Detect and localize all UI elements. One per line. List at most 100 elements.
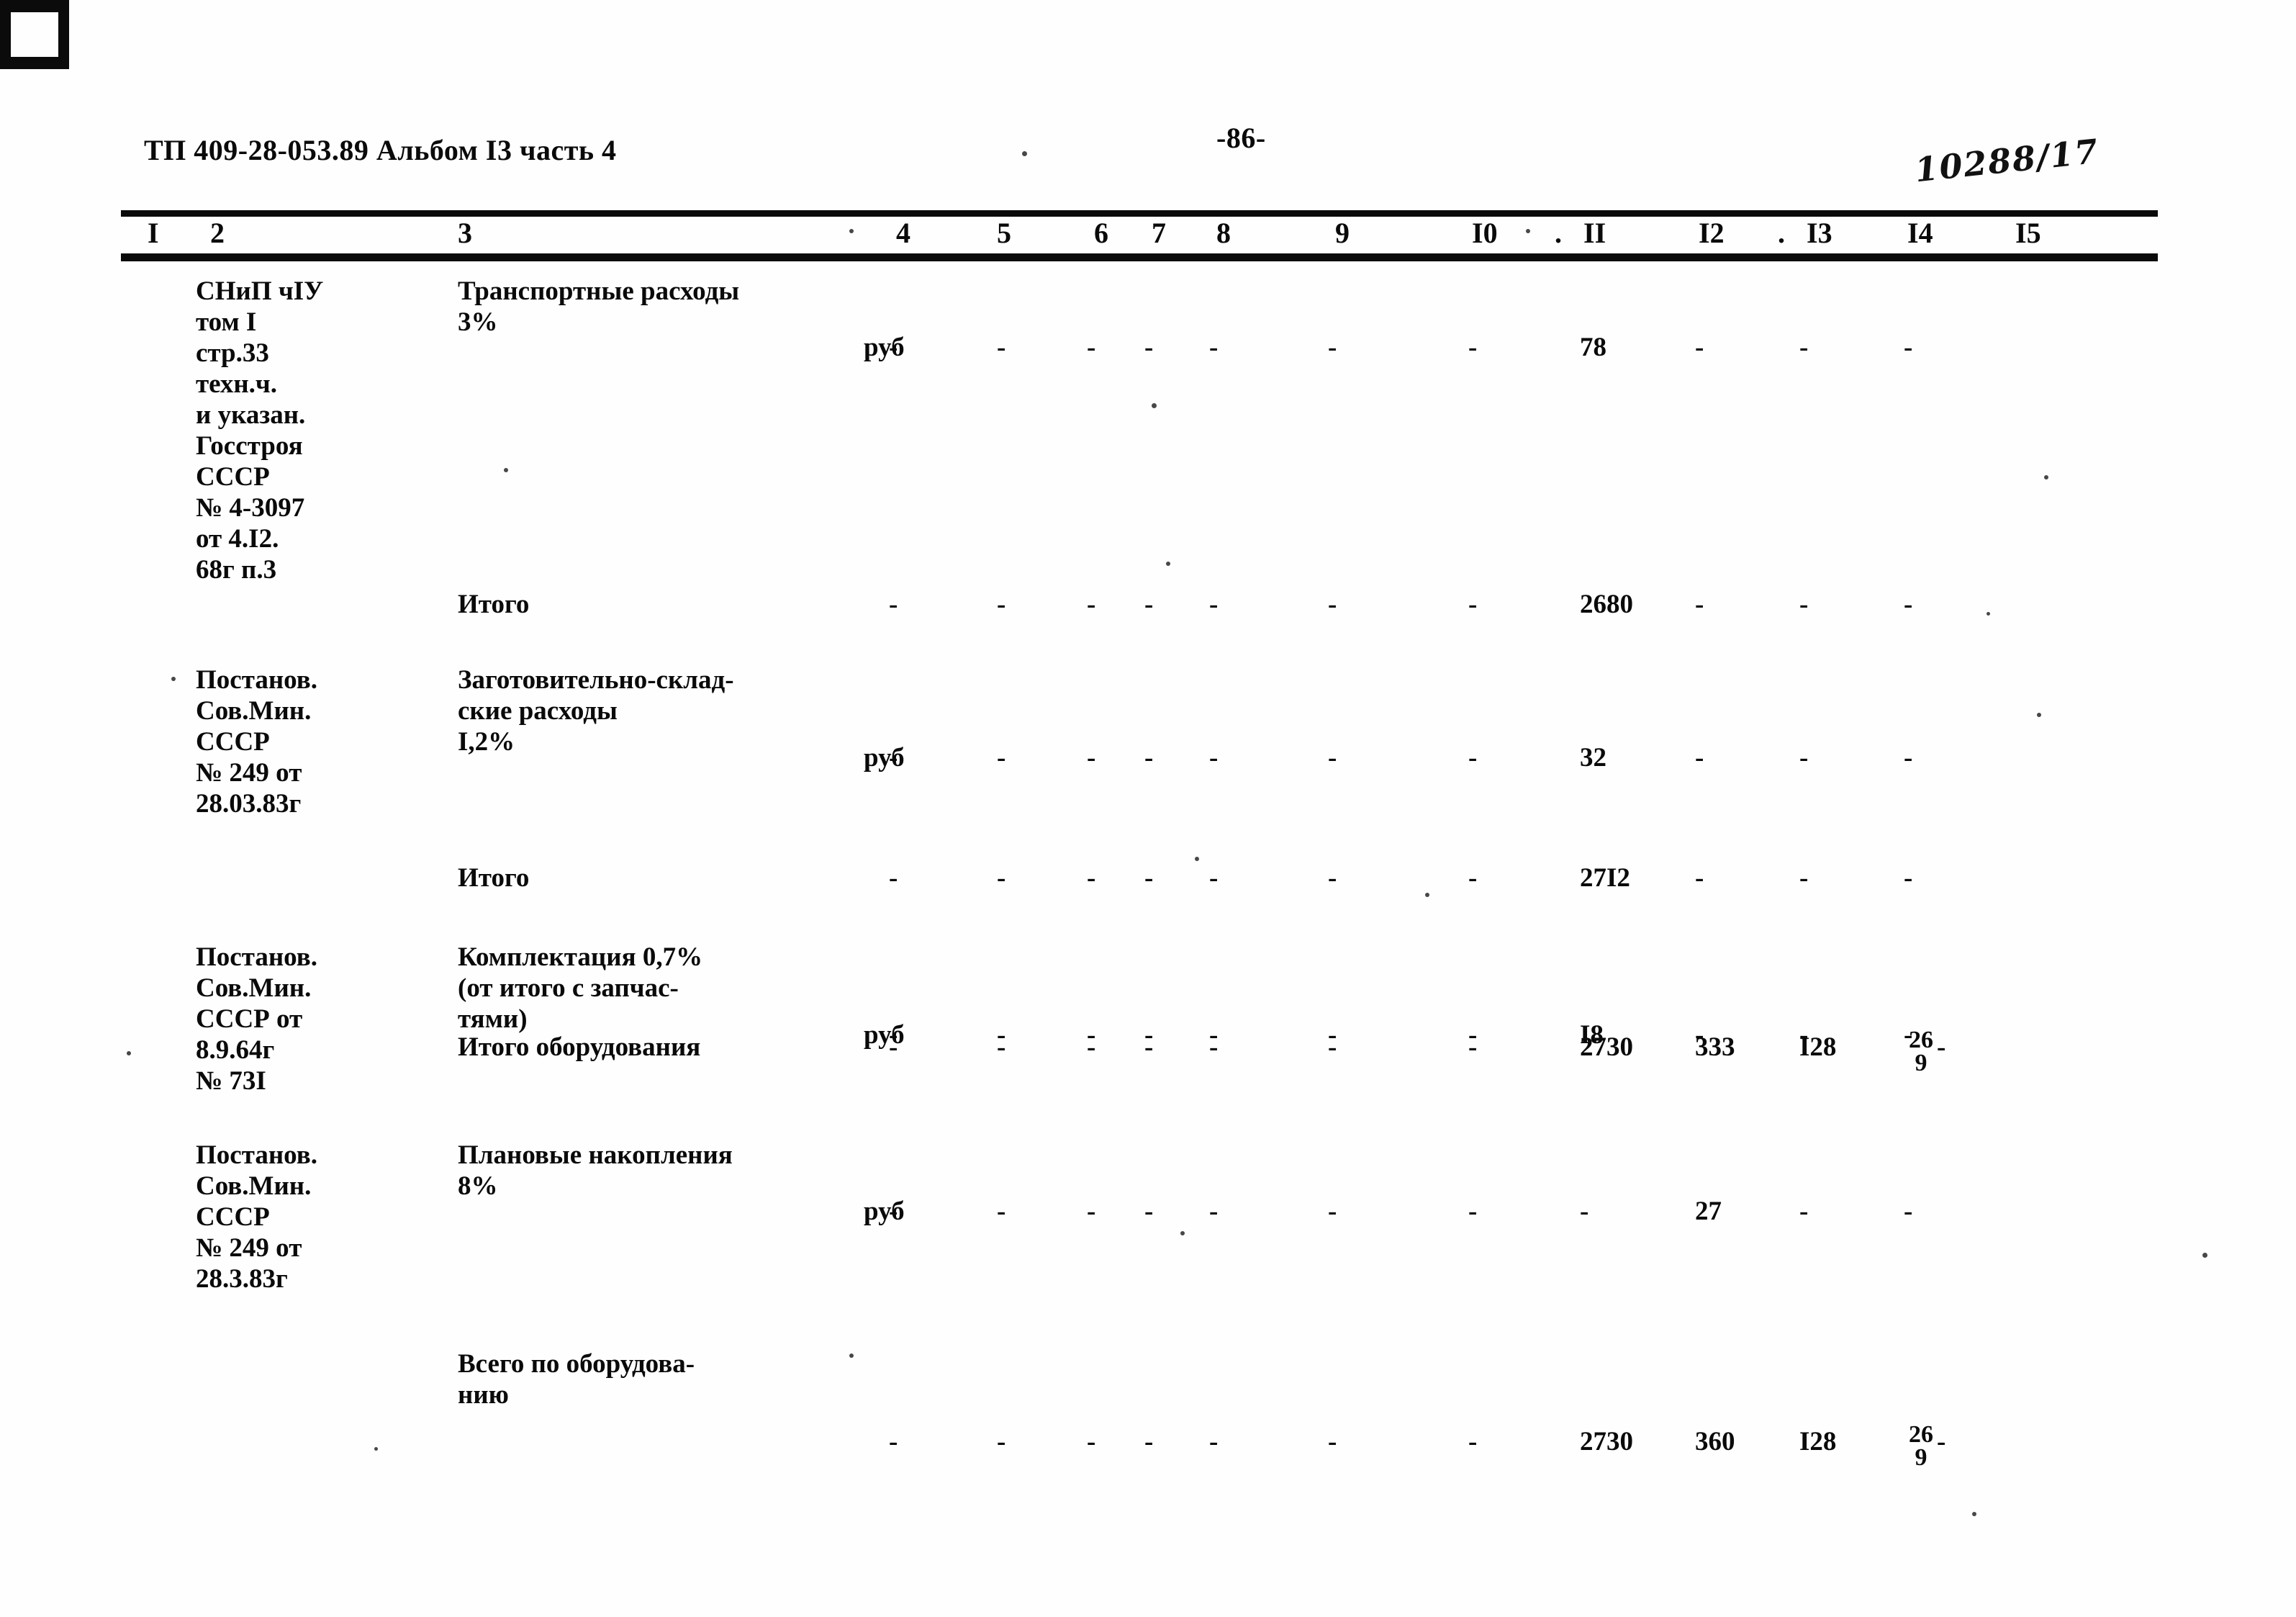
column-header-II: II: [1583, 217, 1606, 249]
cell-value-dash: -: [1209, 333, 1219, 362]
cell-value: 2730: [1580, 1032, 1633, 1062]
column-header-6: 6: [1094, 217, 1108, 249]
cell-value-dash: -: [1144, 863, 1154, 893]
cell-value-dash: -: [1209, 1197, 1219, 1226]
cell-value: 27: [1695, 1197, 1722, 1226]
cell-value-dash: -: [997, 333, 1006, 362]
cell-value-dash: -: [1695, 333, 1704, 362]
page-number: -86-: [1216, 122, 1266, 154]
cell-value-dash: -: [1087, 333, 1096, 362]
cell-value: I28: [1799, 1032, 1837, 1062]
cell-value: 333: [1695, 1032, 1735, 1062]
column-header-8: 8: [1216, 217, 1231, 249]
cell-value-dash: -: [889, 743, 898, 773]
cell-source-reference: Постанов. Сов.Мин. СССР от 8.9.64г № 73I: [196, 942, 317, 1096]
cell-value-dash: -: [1468, 1427, 1478, 1456]
cell-unit: руб: [864, 743, 905, 773]
cell-description: Заготовительно-склад- ские расходы I,2%: [458, 665, 734, 757]
cell-value: 32: [1580, 743, 1606, 773]
fraction-denominator: 9: [1915, 1444, 1927, 1471]
cell-value-dash: -: [1328, 743, 1337, 773]
cell-value-dash: -: [1904, 590, 1913, 619]
cell-value-dash: -: [1904, 863, 1913, 893]
cell-value-dash: -: [1468, 863, 1478, 893]
cell-source-reference: Постанов. Сов.Мин. СССР № 249 от 28.03.8…: [196, 665, 317, 819]
cell-value-dash: -: [1087, 590, 1096, 619]
column-header-row: I 2 3 4 5 6 7 8 9 I0 II I2 I3 I4 I5..: [0, 216, 2296, 252]
column-header-4: 4: [896, 217, 910, 249]
cell-description: Транспортные расходы 3%: [458, 276, 740, 337]
cell-value-dash: -: [1209, 1032, 1219, 1062]
cell-value-dash: -: [1328, 863, 1337, 893]
cell-value-dash: -: [1468, 333, 1478, 362]
registration-mark-bottom-right: [0, 0, 69, 69]
cell-value-dash: -: [1799, 333, 1809, 362]
column-header-9: 9: [1335, 217, 1350, 249]
cell-value-dash: -: [1209, 590, 1219, 619]
cell-value-fraction: 26 9: [1899, 1028, 1943, 1076]
column-header-I: I: [148, 217, 159, 249]
cell-value-dash: -: [1799, 863, 1809, 893]
cell-description: Итого: [458, 863, 530, 893]
cell-value-dash: -: [1087, 743, 1096, 773]
cell-value-dash: -: [1328, 1032, 1337, 1062]
cell-value-dash: -: [1799, 1197, 1809, 1226]
column-header-7: 7: [1152, 217, 1166, 249]
cell-value-dash: -: [1328, 1427, 1337, 1456]
cell-value-dash: -: [1695, 743, 1704, 773]
cell-value-dash: -: [1144, 743, 1154, 773]
cell-value-dash: -: [889, 1032, 898, 1062]
cell-value-dash: -: [1209, 743, 1219, 773]
cell-value-dash: -: [1468, 590, 1478, 619]
column-header-2: 2: [210, 217, 225, 249]
column-header-I5: I5: [2015, 217, 2041, 249]
cell-unit: руб: [864, 1197, 905, 1226]
table-header-rule: [121, 253, 2158, 261]
cell-description: Комплектация 0,7% (от итого с запчас- тя…: [458, 942, 703, 1034]
cell-value-dash: -: [997, 743, 1006, 773]
document-header-code: ТП 409-28-053.89 Альбом I3 часть 4: [144, 134, 617, 166]
header-separator-dot: .: [1555, 217, 1562, 249]
cell-value-dash: -: [1144, 1197, 1154, 1226]
cell-value-dash: -: [1695, 863, 1704, 893]
cell-value-dash: -: [997, 1427, 1006, 1456]
cell-value-dash: -: [1904, 333, 1913, 362]
cell-value-dash: -: [997, 1032, 1006, 1062]
column-header-I2: I2: [1699, 217, 1725, 249]
table-body: СНиП чIУ том I стр.33 техн.ч. и указан. …: [0, 261, 2296, 1470]
cell-value: 27I2: [1580, 863, 1630, 893]
cell-value-dash: -: [1328, 590, 1337, 619]
cell-value-dash: -: [1468, 1032, 1478, 1062]
cell-value-dash: -: [1144, 333, 1154, 362]
cell-value: 2680: [1580, 590, 1633, 619]
cell-source-reference: Постанов. Сов.Мин. СССР № 249 от 28.3.83…: [196, 1140, 317, 1294]
cell-value-dash: -: [1799, 590, 1809, 619]
header-separator-dot: .: [1778, 217, 1785, 249]
cell-value-dash: -: [889, 333, 898, 362]
cell-value-dash: -: [997, 863, 1006, 893]
cell-description: Всего по оборудова- нию: [458, 1349, 695, 1410]
cell-description: Итого оборудования: [458, 1032, 701, 1062]
column-header-I0: I0: [1472, 217, 1498, 249]
cell-source-reference: СНиП чIУ том I стр.33 техн.ч. и указан. …: [196, 276, 324, 585]
column-header-I4: I4: [1907, 217, 1933, 249]
handwritten-annotation: 10288/17: [1912, 131, 2101, 190]
cell-value-dash: -: [1144, 590, 1154, 619]
cell-value-dash: -: [889, 1427, 898, 1456]
cell-value-fraction: 26 9: [1899, 1423, 1943, 1471]
cell-value-dash: -: [1209, 863, 1219, 893]
cell-value-dash: -: [1144, 1032, 1154, 1062]
cell-value-dash: -: [1937, 1032, 1946, 1062]
cell-value-dash: -: [1087, 1427, 1096, 1456]
scanned-page: ТП 409-28-053.89 Альбом I3 часть 4 -86- …: [0, 0, 2296, 1617]
column-header-I3: I3: [1807, 217, 1832, 249]
cell-unit: руб: [864, 333, 905, 362]
cell-value-dash: -: [889, 863, 898, 893]
cell-value-dash: -: [1087, 1197, 1096, 1226]
cell-value-dash: -: [1580, 1197, 1589, 1226]
cell-value-dash: -: [889, 590, 898, 619]
column-header-5: 5: [997, 217, 1011, 249]
cell-value-dash: -: [1695, 590, 1704, 619]
cell-value-dash: -: [1328, 333, 1337, 362]
cell-value-dash: -: [1209, 1427, 1219, 1456]
